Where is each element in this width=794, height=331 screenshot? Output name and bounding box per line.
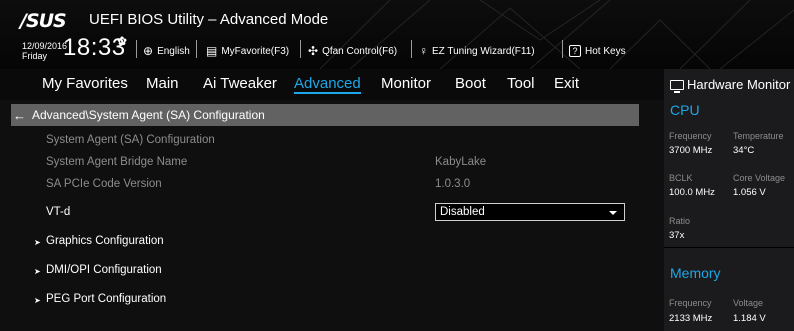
hardware-monitor-title: Hardware Monitor (687, 77, 791, 92)
bclk-label: BCLK (669, 173, 693, 183)
toolbar-separator (562, 40, 563, 58)
vtd-row: VT-d Disabled (0, 203, 664, 226)
memory-frequency-value: 2133 MHz (669, 313, 713, 324)
tab-tool[interactable]: Tool (507, 75, 535, 92)
vtd-label: VT-d (46, 206, 71, 218)
my-favorite-icon: ▤ (206, 44, 218, 58)
submenu-arrow-icon: ➤ (34, 267, 41, 276)
day-text: Friday (22, 51, 48, 61)
main-content: ← Advanced\System Agent (SA) Configurati… (0, 100, 664, 331)
settings-row: SA PCIe Code Version 1.0.3.0 (0, 178, 664, 198)
chevron-down-icon (609, 211, 617, 215)
fan-icon: ✣ (308, 44, 319, 58)
settings-row: System Agent (SA) Configuration (0, 134, 664, 154)
myfavorite-label: MyFavorite(F3) (221, 45, 290, 57)
toolbar-separator (136, 40, 137, 58)
ratio-value: 37x (669, 230, 685, 241)
settings-row: System Agent Bridge Name KabyLake (0, 156, 664, 176)
submenu-arrow-icon: ➤ (34, 238, 41, 247)
toolbar-separator (196, 40, 197, 58)
tab-monitor[interactable]: Monitor (381, 75, 431, 92)
globe-icon: ⊕ (143, 44, 154, 58)
asus-logo: /SUS (20, 10, 67, 32)
bclk-value: 100.0 MHz (669, 187, 715, 198)
tab-my-favorites[interactable]: My Favorites (42, 75, 128, 92)
core-voltage-value: 1.056 V (733, 187, 766, 198)
monitor-icon (670, 79, 684, 93)
memory-frequency-label: Frequency (669, 298, 712, 308)
tab-advanced[interactable]: Advanced (294, 75, 361, 94)
vtd-dropdown[interactable]: Disabled (435, 203, 625, 221)
hardware-monitor-header: Hardware Monitor (670, 77, 791, 93)
tab-boot[interactable]: Boot (455, 75, 486, 92)
header-decoration (319, 0, 794, 69)
bulb-icon: ♀ (419, 44, 428, 58)
hot-keys-label: Hot Keys (585, 45, 626, 57)
tab-main[interactable]: Main (146, 75, 179, 92)
hardware-monitor-panel: Hardware Monitor CPU Frequency Temperatu… (664, 69, 794, 331)
core-voltage-label: Core Voltage (733, 173, 786, 183)
submenu-label: PEG Port Configuration (46, 293, 167, 305)
section-divider (664, 247, 794, 248)
cpu-frequency-value: 3700 MHz (669, 145, 713, 156)
memory-voltage-label: Voltage (733, 298, 764, 308)
language-label: English (157, 45, 190, 57)
app-title: UEFI BIOS Utility – Advanced Mode (89, 11, 329, 28)
bridge-name-label: System Agent Bridge Name (46, 156, 188, 168)
submenu-peg-port-configuration[interactable]: ➤ PEG Port Configuration (0, 293, 664, 313)
submenu-dmi-opi-configuration[interactable]: ➤ DMI/OPI Configuration (0, 264, 664, 284)
qfan-label: Qfan Control(F6) (322, 45, 398, 57)
main-menu-bar: My Favorites Main Ai Tweaker Advanced Mo… (0, 69, 664, 100)
pcie-code-version-label: SA PCIe Code Version (46, 178, 162, 190)
qfan-control-button[interactable]: ✣ Qfan Control(F6) (308, 44, 397, 58)
ez-tuning-label: EZ Tuning Wizard(F11) (432, 45, 535, 57)
gear-icon[interactable]: ✿ (117, 34, 127, 48)
cpu-frequency-label: Frequency (669, 131, 712, 141)
language-button[interactable]: ⊕ English (143, 44, 190, 58)
tab-ai-tweaker[interactable]: Ai Tweaker (203, 75, 277, 92)
memory-voltage-value: 1.184 V (733, 313, 766, 324)
submenu-arrow-icon: ➤ (34, 296, 41, 305)
memory-section-title: Memory (670, 265, 721, 281)
tab-exit[interactable]: Exit (554, 75, 579, 92)
ratio-label: Ratio (669, 216, 691, 226)
toolbar-separator (300, 40, 301, 58)
cpu-temperature-label: Temperature (733, 131, 784, 141)
myfavorite-button[interactable]: ▤ MyFavorite(F3) (206, 44, 289, 58)
pcie-code-version-value: 1.0.3.0 (435, 178, 471, 190)
back-arrow-icon[interactable]: ← (13, 108, 26, 123)
date-text: 12/09/2016 (22, 41, 68, 51)
toolbar-separator (411, 40, 412, 58)
cpu-temperature-value: 34°C (733, 145, 755, 156)
date-display[interactable]: 12/09/2016 Friday (22, 41, 67, 61)
hot-keys-button[interactable]: ? Hot Keys (569, 44, 626, 58)
bridge-name-value: KabyLake (435, 156, 487, 168)
submenu-graphics-configuration[interactable]: ➤ Graphics Configuration (0, 235, 664, 255)
submenu-label: Graphics Configuration (46, 235, 164, 247)
vtd-selected-value: Disabled (440, 206, 485, 218)
title-bar: /SUS UEFI BIOS Utility – Advanced Mode 1… (0, 0, 794, 69)
section-heading: System Agent (SA) Configuration (46, 134, 215, 146)
breadcrumb: Advanced\System Agent (SA) Configuration (32, 108, 265, 122)
breadcrumb-bar: ← Advanced\System Agent (SA) Configurati… (11, 104, 639, 126)
submenu-label: DMI/OPI Configuration (46, 264, 162, 276)
help-box-icon: ? (569, 45, 581, 57)
ez-tuning-button[interactable]: ♀ EZ Tuning Wizard(F11) (419, 44, 535, 58)
cpu-section-title: CPU (670, 102, 700, 118)
